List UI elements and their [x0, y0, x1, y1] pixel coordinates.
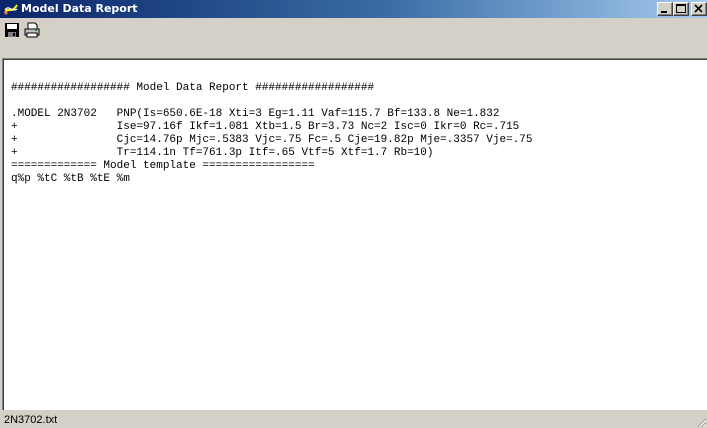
print-icon[interactable] — [24, 22, 40, 38]
title-bar[interactable]: Model Data Report — [0, 0, 707, 18]
report-line: + Ise=97.16f Ikf=1.081 Xtb=1.5 Br=3.73 N… — [11, 121, 520, 133]
report-line: ################## Model Data Report ###… — [11, 82, 375, 94]
maximize-icon — [676, 4, 686, 13]
minimize-button[interactable] — [657, 2, 673, 16]
report-text-area[interactable]: ################## Model Data Report ###… — [2, 58, 707, 410]
report-line — [11, 95, 533, 108]
resize-grip-icon[interactable] — [695, 416, 707, 428]
report-line: q%p %tC %tB %tE %m — [11, 173, 130, 185]
status-bar: 2N3702.txt — [0, 410, 707, 428]
app-icon[interactable] — [3, 1, 19, 17]
status-filename: 2N3702.txt — [4, 414, 58, 426]
close-button[interactable] — [691, 2, 707, 16]
report-window: Model Data Report ################## Mod… — [0, 0, 707, 428]
report-line: ============= Model template ===========… — [11, 160, 315, 172]
maximize-button[interactable] — [673, 2, 689, 16]
report-line: .MODEL 2N3702 PNP(Is=650.6E-18 Xti=3 Eg=… — [11, 108, 500, 120]
window-title: Model Data Report — [21, 2, 138, 15]
toolbar — [0, 18, 707, 56]
report-content: ################## Model Data Report ###… — [11, 82, 533, 186]
save-icon[interactable] — [4, 22, 20, 38]
close-icon — [694, 4, 703, 13]
report-line: + Tr=114.1n Tf=761.3p Itf=.65 Vtf=5 Xtf=… — [11, 147, 434, 159]
minimize-icon — [661, 11, 667, 13]
report-line: + Cjc=14.76p Mjc=.5383 Vjc=.75 Fc=.5 Cje… — [11, 134, 533, 146]
